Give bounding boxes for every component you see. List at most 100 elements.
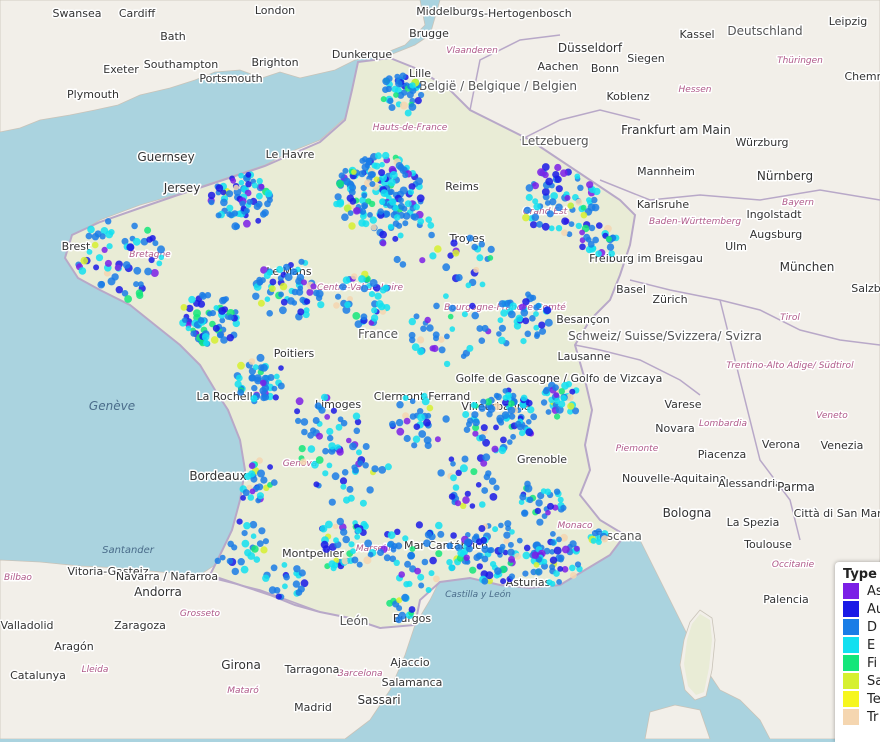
station-marker[interactable] xyxy=(398,571,406,578)
station-marker[interactable] xyxy=(203,339,210,347)
station-marker[interactable] xyxy=(554,163,562,172)
station-marker[interactable] xyxy=(447,313,454,320)
station-marker[interactable] xyxy=(530,413,538,421)
station-marker[interactable] xyxy=(409,546,416,552)
station-marker[interactable] xyxy=(369,216,377,224)
station-marker[interactable] xyxy=(373,162,381,170)
station-marker[interactable] xyxy=(197,317,205,324)
station-marker[interactable] xyxy=(586,181,594,189)
station-marker[interactable] xyxy=(544,488,552,496)
station-marker[interactable] xyxy=(574,173,581,180)
station-marker[interactable] xyxy=(355,527,362,534)
station-marker[interactable] xyxy=(319,524,328,533)
station-marker[interactable] xyxy=(397,232,404,239)
station-marker[interactable] xyxy=(301,428,308,436)
station-marker[interactable] xyxy=(520,394,528,402)
station-marker[interactable] xyxy=(271,479,278,486)
station-marker[interactable] xyxy=(530,294,537,301)
station-marker[interactable] xyxy=(408,553,415,560)
station-marker[interactable] xyxy=(213,305,220,311)
station-marker[interactable] xyxy=(406,91,414,99)
station-marker[interactable] xyxy=(399,101,408,110)
station-marker[interactable] xyxy=(486,547,493,554)
station-marker[interactable] xyxy=(262,574,270,582)
station-marker[interactable] xyxy=(507,548,515,556)
station-marker[interactable] xyxy=(346,194,354,202)
station-marker[interactable] xyxy=(567,402,575,410)
station-marker[interactable] xyxy=(525,291,531,298)
station-marker[interactable] xyxy=(306,288,314,296)
station-marker[interactable] xyxy=(356,561,363,568)
station-marker[interactable] xyxy=(322,545,331,553)
station-marker[interactable] xyxy=(452,249,460,257)
station-marker[interactable] xyxy=(524,330,532,338)
station-marker[interactable] xyxy=(231,210,239,217)
station-marker[interactable] xyxy=(434,436,441,443)
station-marker[interactable] xyxy=(561,545,570,554)
station-marker[interactable] xyxy=(541,558,548,565)
station-marker[interactable] xyxy=(86,249,93,255)
station-marker[interactable] xyxy=(300,418,309,426)
station-marker[interactable] xyxy=(421,397,430,406)
station-marker[interactable] xyxy=(220,296,228,304)
station-marker[interactable] xyxy=(333,200,340,208)
station-marker[interactable] xyxy=(601,535,609,543)
station-marker[interactable] xyxy=(158,254,165,261)
station-marker[interactable] xyxy=(388,188,395,195)
station-marker[interactable] xyxy=(580,211,588,219)
station-marker[interactable] xyxy=(397,197,404,204)
station-marker[interactable] xyxy=(297,285,304,292)
station-marker[interactable] xyxy=(492,526,499,533)
station-marker[interactable] xyxy=(258,183,265,190)
station-marker[interactable] xyxy=(525,428,534,437)
station-marker[interactable] xyxy=(593,187,601,196)
station-marker[interactable] xyxy=(256,540,264,547)
station-marker[interactable] xyxy=(498,522,504,529)
station-marker[interactable] xyxy=(418,430,427,438)
station-marker[interactable] xyxy=(259,387,268,395)
station-marker[interactable] xyxy=(342,276,351,285)
station-marker[interactable] xyxy=(555,203,563,212)
station-marker[interactable] xyxy=(204,292,212,299)
station-marker[interactable] xyxy=(299,458,307,466)
station-marker[interactable] xyxy=(476,563,483,570)
station-marker[interactable] xyxy=(401,205,408,212)
station-marker[interactable] xyxy=(256,177,263,185)
station-marker[interactable] xyxy=(182,317,188,323)
station-marker[interactable] xyxy=(378,169,386,177)
station-marker[interactable] xyxy=(472,430,479,437)
station-marker[interactable] xyxy=(347,210,354,217)
station-marker[interactable] xyxy=(417,218,425,225)
station-marker[interactable] xyxy=(417,336,425,344)
station-marker[interactable] xyxy=(238,179,245,186)
station-marker[interactable] xyxy=(510,433,516,440)
station-marker[interactable] xyxy=(94,230,102,238)
station-marker[interactable] xyxy=(507,310,516,319)
station-marker[interactable] xyxy=(380,96,387,103)
station-marker[interactable] xyxy=(443,293,449,299)
station-marker[interactable] xyxy=(480,424,488,432)
station-marker[interactable] xyxy=(544,200,551,206)
station-marker[interactable] xyxy=(522,551,531,560)
station-marker[interactable] xyxy=(508,573,515,580)
station-marker[interactable] xyxy=(450,532,457,539)
station-marker[interactable] xyxy=(278,365,284,371)
station-marker[interactable] xyxy=(475,552,483,560)
station-marker[interactable] xyxy=(448,493,456,500)
station-marker[interactable] xyxy=(362,443,370,450)
station-marker[interactable] xyxy=(304,298,311,305)
station-marker[interactable] xyxy=(380,240,387,247)
station-marker[interactable] xyxy=(132,237,141,246)
station-marker[interactable] xyxy=(241,539,250,548)
station-marker[interactable] xyxy=(107,277,116,286)
station-marker[interactable] xyxy=(341,213,349,221)
station-marker[interactable] xyxy=(464,490,471,497)
station-marker[interactable] xyxy=(241,530,248,537)
station-marker[interactable] xyxy=(249,488,256,495)
station-marker[interactable] xyxy=(479,281,486,288)
station-marker[interactable] xyxy=(481,487,489,494)
station-marker[interactable] xyxy=(514,420,522,428)
station-marker[interactable] xyxy=(493,484,500,491)
station-marker[interactable] xyxy=(419,257,426,264)
station-marker[interactable] xyxy=(338,172,345,179)
